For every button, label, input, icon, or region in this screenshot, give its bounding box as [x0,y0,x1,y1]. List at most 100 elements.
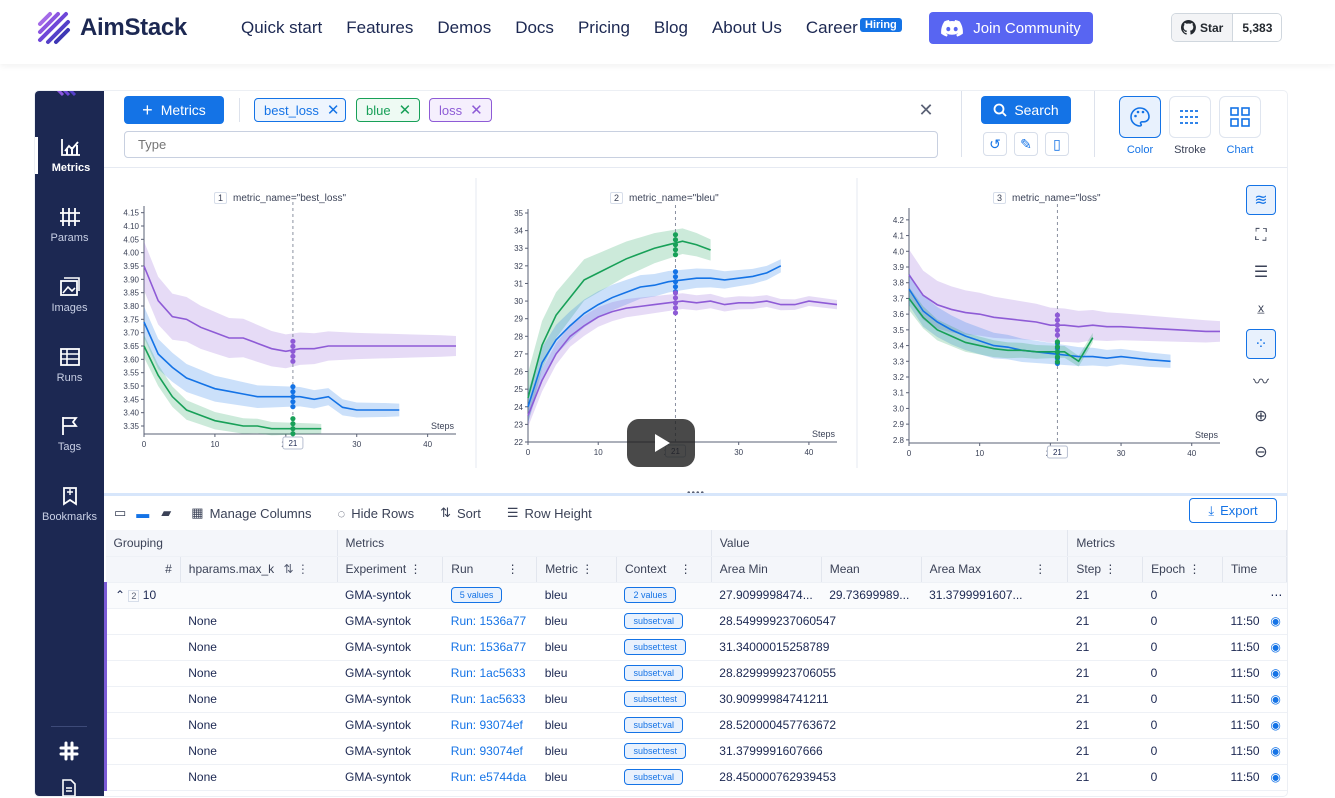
query-type-input[interactable] [124,131,938,158]
search-button[interactable]: Search [981,96,1071,124]
nav-about-us[interactable]: About Us [712,18,782,38]
column-menu-icon[interactable]: ⋮ [1104,562,1116,576]
context-tag[interactable]: subset:val [624,769,683,785]
manage-columns-button[interactable]: ▦ Manage Columns [191,505,311,521]
zoom-in-icon[interactable]: ⊕ [1246,401,1276,431]
chip-remove-icon[interactable]: ✕ [327,101,340,119]
column-menu-icon[interactable]: ⋮ [410,562,422,576]
video-play-button[interactable] [627,419,695,467]
table-row[interactable]: None GMA-syntok Run: 1536a77 bleu subset:tes… [104,634,1287,661]
reset-icon[interactable]: ↺ [983,132,1007,156]
sort-arrows-icon[interactable]: ⇅ ⋮ [283,562,308,576]
table-size-medium-icon[interactable]: ▬ [136,506,149,521]
stroke-button[interactable] [1169,96,1211,138]
context-tag[interactable]: subset:val [624,717,683,733]
row-height-button[interactable]: ☰ Row Height [507,505,592,521]
col-header-metric[interactable]: Metric ⋮ [536,556,617,583]
table-row[interactable]: None GMA-syntok Run: 93074ef bleu subset:tes… [104,738,1287,765]
group-toggle[interactable]: ⌃ 2 10 [104,582,181,609]
context-tag[interactable]: subset:test [624,639,686,655]
hide-rows-button[interactable]: ◌ Hide Rows [337,506,414,521]
metric-chip-best-loss[interactable]: best_loss ✕ [254,98,346,122]
row-menu-icon[interactable]: ⋯ [1262,582,1287,609]
chip-remove-icon[interactable]: ✕ [399,101,412,119]
nav-demos[interactable]: Demos [437,18,491,38]
docs-icon[interactable] [61,779,77,796]
col-header-index[interactable]: # [105,556,181,583]
nav-docs[interactable]: Docs [515,18,554,38]
github-star-button[interactable]: Star [1172,14,1234,41]
context-tag[interactable]: subset:test [624,743,686,759]
aggregate-icon[interactable]: ⁘ [1246,329,1276,359]
col-header-area-max[interactable]: Area Max ⋮ [921,556,1069,583]
nav-pricing[interactable]: Pricing [578,18,630,38]
aimstack-logo[interactable]: AimStack [36,10,187,46]
column-menu-icon[interactable]: ⋮ [680,562,692,576]
eye-icon[interactable]: ◉ [1262,608,1287,635]
table-row[interactable]: None GMA-syntok Run: e5744da bleu subset:val… [104,764,1287,791]
col-header-epoch[interactable]: Epoch ⋮ [1142,556,1223,583]
chevron-up-icon[interactable]: ⌃ [115,588,125,602]
eye-icon[interactable]: ◉ [1262,712,1287,739]
smoothing-icon[interactable]: 〰 [1246,365,1276,395]
sidebar-item-params[interactable]: Params [35,207,104,244]
col-header-time[interactable]: Time [1222,556,1287,583]
sidebar-item-metrics[interactable]: Metrics [35,137,104,174]
color-button[interactable] [1119,96,1161,138]
col-header-max-k[interactable]: hparams.max_k ⇅ ⋮ [180,556,338,583]
context-tag[interactable]: subset:val [624,665,683,681]
column-menu-icon[interactable]: ⋮ [1189,562,1201,576]
col-header-mean[interactable]: Mean [821,556,922,583]
col-header-context[interactable]: Context ⋮ [616,556,712,583]
eye-icon[interactable]: ◉ [1262,738,1287,765]
run-link[interactable]: Run: 93074ef [451,744,523,758]
nav-career[interactable]: Career [806,18,858,38]
table-row[interactable]: None GMA-syntok Run: 93074ef bleu subset:val… [104,712,1287,739]
run-link[interactable]: Run: 93074ef [451,718,523,732]
metric-chip-blue[interactable]: blue ✕ [356,98,420,122]
column-menu-icon[interactable]: ⋮ [1034,562,1046,576]
menu-lines-icon[interactable]: ☰ [1246,257,1276,287]
eye-icon[interactable]: ◉ [1262,660,1287,687]
clipboard-icon[interactable]: ▯ [1045,132,1069,156]
column-menu-icon[interactable]: ⋮ [507,562,519,576]
run-link[interactable]: Run: 1ac5633 [451,692,526,706]
column-menu-icon[interactable]: ⋮ [581,562,593,576]
col-header-experiment[interactable]: Experiment ⋮ [337,556,444,583]
col-header-area-min[interactable]: Area Min [711,556,822,583]
sidebar-item-runs[interactable]: Runs [35,347,104,384]
clear-all-icon[interactable]: ✕ [916,100,936,120]
context-tag[interactable]: subset:test [624,691,686,707]
table-row[interactable]: None GMA-syntok Run: 1536a77 bleu subset:val… [104,608,1287,635]
github-star-widget[interactable]: Star 5,383 [1171,13,1283,42]
run-link[interactable]: Run: 1ac5633 [451,666,526,680]
join-community-button[interactable]: Join Community [929,12,1093,44]
sort-button[interactable]: ⇅ Sort [440,505,481,521]
sidebar-item-images[interactable]: Images [35,277,104,314]
nav-blog[interactable]: Blog [654,18,688,38]
col-header-run[interactable]: Run ⋮ [442,556,538,583]
run-link[interactable]: Run: 1536a77 [451,640,526,654]
group-row[interactable]: ⌃ 2 10 GMA-syntok 5 values bleu 2 values… [104,582,1287,609]
sidebar-item-tags[interactable]: Tags [35,416,104,453]
table-size-large-icon[interactable]: ▰ [161,505,171,521]
table-row[interactable]: None GMA-syntok Run: 1ac5633 bleu subset:tes… [104,686,1287,713]
slack-icon[interactable] [59,741,79,761]
table-size-small-icon[interactable]: ▭ [114,505,126,521]
metric-chip-loss[interactable]: loss ✕ [429,98,492,122]
chip-remove-icon[interactable]: ✕ [470,101,483,119]
github-star-count[interactable]: 5,383 [1233,14,1282,41]
run-link[interactable]: Run: 1536a77 [451,614,526,628]
zoom-out-icon[interactable]: ⊖ [1246,437,1276,467]
eye-icon[interactable]: ◉ [1262,764,1287,791]
col-header-step[interactable]: Step ⋮ [1067,556,1144,583]
eye-icon[interactable]: ◉ [1262,686,1287,713]
context-tag[interactable]: subset:val [624,613,683,629]
export-button[interactable]: ⤓ Export [1189,498,1277,523]
zoom-select-icon[interactable]: ⛶ [1246,221,1276,251]
nav-quick-start[interactable]: Quick start [241,18,322,38]
eye-icon[interactable]: ◉ [1262,634,1287,661]
x-axis-icon[interactable]: x̲ [1246,293,1276,323]
run-link[interactable]: Run: e5744da [451,770,526,784]
group-context-values-tag[interactable]: 2 values [624,587,676,603]
